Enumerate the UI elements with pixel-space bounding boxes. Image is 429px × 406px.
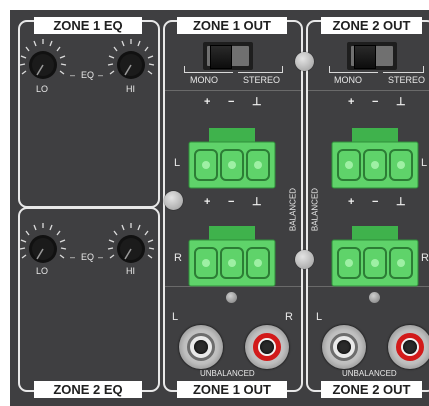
zone1-right-balanced-terminal[interactable] bbox=[188, 226, 276, 287]
zone1-left-rca-jack[interactable] bbox=[179, 325, 223, 369]
zone1-right-rca-jack[interactable] bbox=[245, 325, 289, 369]
zone1-mono-label: MONO bbox=[190, 75, 218, 85]
pin-plus-label: + bbox=[348, 196, 355, 208]
zone1-eq-link-label: EQ bbox=[81, 70, 95, 80]
zone1-balanced-right-label: R bbox=[174, 252, 182, 264]
zone2-stereo-label: STEREO bbox=[388, 75, 426, 85]
rca-socket bbox=[260, 340, 274, 354]
zone2-mono-label: MONO bbox=[334, 75, 362, 85]
rca-socket bbox=[403, 340, 417, 354]
zone1-mono-bracket bbox=[184, 66, 233, 73]
zone2-eq-link-left: – bbox=[70, 252, 76, 262]
zone2-out-title: ZONE 2 OUT bbox=[321, 17, 422, 34]
zone1-left-balanced-terminal[interactable] bbox=[188, 128, 276, 189]
pin-plus-label: + bbox=[204, 96, 211, 108]
section-divider bbox=[165, 90, 301, 91]
zone1-eq-link-left: – bbox=[70, 70, 76, 80]
pin-plus-label: + bbox=[348, 96, 355, 108]
zone1-balanced-left-label: L bbox=[174, 157, 181, 169]
zone2-right-balanced-terminal[interactable] bbox=[331, 226, 419, 287]
ground-screw-icon bbox=[369, 292, 380, 303]
zone1-unbalanced-label: UNBALANCED bbox=[200, 369, 255, 378]
pin-minus-label: − bbox=[228, 196, 235, 208]
zone2-stereo-bracket bbox=[383, 66, 424, 73]
zone1-hi-label: HI bbox=[126, 84, 135, 94]
zone2-lo-knob[interactable] bbox=[18, 222, 68, 272]
zone2-hi-label: HI bbox=[126, 266, 135, 276]
zone2-mono-bracket bbox=[329, 66, 378, 73]
panel-bolt bbox=[164, 191, 183, 210]
zone1-eq-title: ZONE 1 EQ bbox=[34, 17, 142, 34]
section-divider bbox=[308, 90, 429, 91]
zone2-left-rca-jack[interactable] bbox=[322, 325, 366, 369]
zone1-out-title: ZONE 1 OUT bbox=[177, 17, 287, 34]
zone1-lo-label: LO bbox=[36, 84, 49, 94]
pin-plus-label: + bbox=[204, 196, 211, 208]
zone2-unbalanced-left-label: L bbox=[316, 311, 323, 323]
zone1-out-bottom-title: ZONE 1 OUT bbox=[177, 381, 287, 398]
zone2-hi-knob[interactable] bbox=[106, 222, 156, 272]
zone2-eq-link-right: – bbox=[98, 252, 104, 262]
zone2-eq-title: ZONE 2 EQ bbox=[34, 381, 142, 398]
zone2-left-balanced-terminal[interactable] bbox=[331, 128, 419, 189]
zone2-right-rca-jack[interactable] bbox=[388, 325, 429, 369]
zone1-unbalanced-right-label: R bbox=[285, 311, 293, 323]
pin-ground-label: ⊥ bbox=[252, 196, 262, 208]
panel-bolt bbox=[295, 250, 314, 269]
zone1-eq-link-right: – bbox=[98, 70, 104, 80]
zone1-unbalanced-left-label: L bbox=[172, 311, 179, 323]
rear-panel: ZONE 1 EQ ZONE 1 OUT ZONE 2 OUT ZONE 2 E… bbox=[0, 0, 429, 406]
zone2-unbalanced-label: UNBALANCED bbox=[342, 369, 397, 378]
zone2-lo-label: LO bbox=[36, 266, 49, 276]
pin-ground-label: ⊥ bbox=[396, 196, 406, 208]
zone1-hi-knob[interactable] bbox=[106, 38, 156, 88]
zone1-lo-knob[interactable] bbox=[18, 38, 68, 88]
panel-bolt bbox=[295, 52, 314, 71]
zone2-balanced-label: BALANCED bbox=[310, 187, 320, 232]
zone1-balanced-label: BALANCED bbox=[288, 187, 298, 232]
pin-ground-label: ⊥ bbox=[396, 96, 406, 108]
pin-minus-label: − bbox=[372, 96, 379, 108]
zone2-balanced-right-label: R bbox=[421, 252, 429, 264]
zone2-out-bottom-title: ZONE 2 OUT bbox=[321, 381, 422, 398]
pin-minus-label: − bbox=[372, 196, 379, 208]
pin-ground-label: ⊥ bbox=[252, 96, 262, 108]
rca-socket bbox=[194, 340, 208, 354]
zone1-stereo-label: STEREO bbox=[243, 75, 281, 85]
pin-minus-label: − bbox=[228, 96, 235, 108]
zone2-balanced-left-label: L bbox=[421, 157, 428, 169]
rca-socket bbox=[337, 340, 351, 354]
zone1-stereo-bracket bbox=[238, 66, 283, 73]
zone2-eq-link-label: EQ bbox=[81, 252, 95, 262]
ground-screw-icon bbox=[226, 292, 237, 303]
